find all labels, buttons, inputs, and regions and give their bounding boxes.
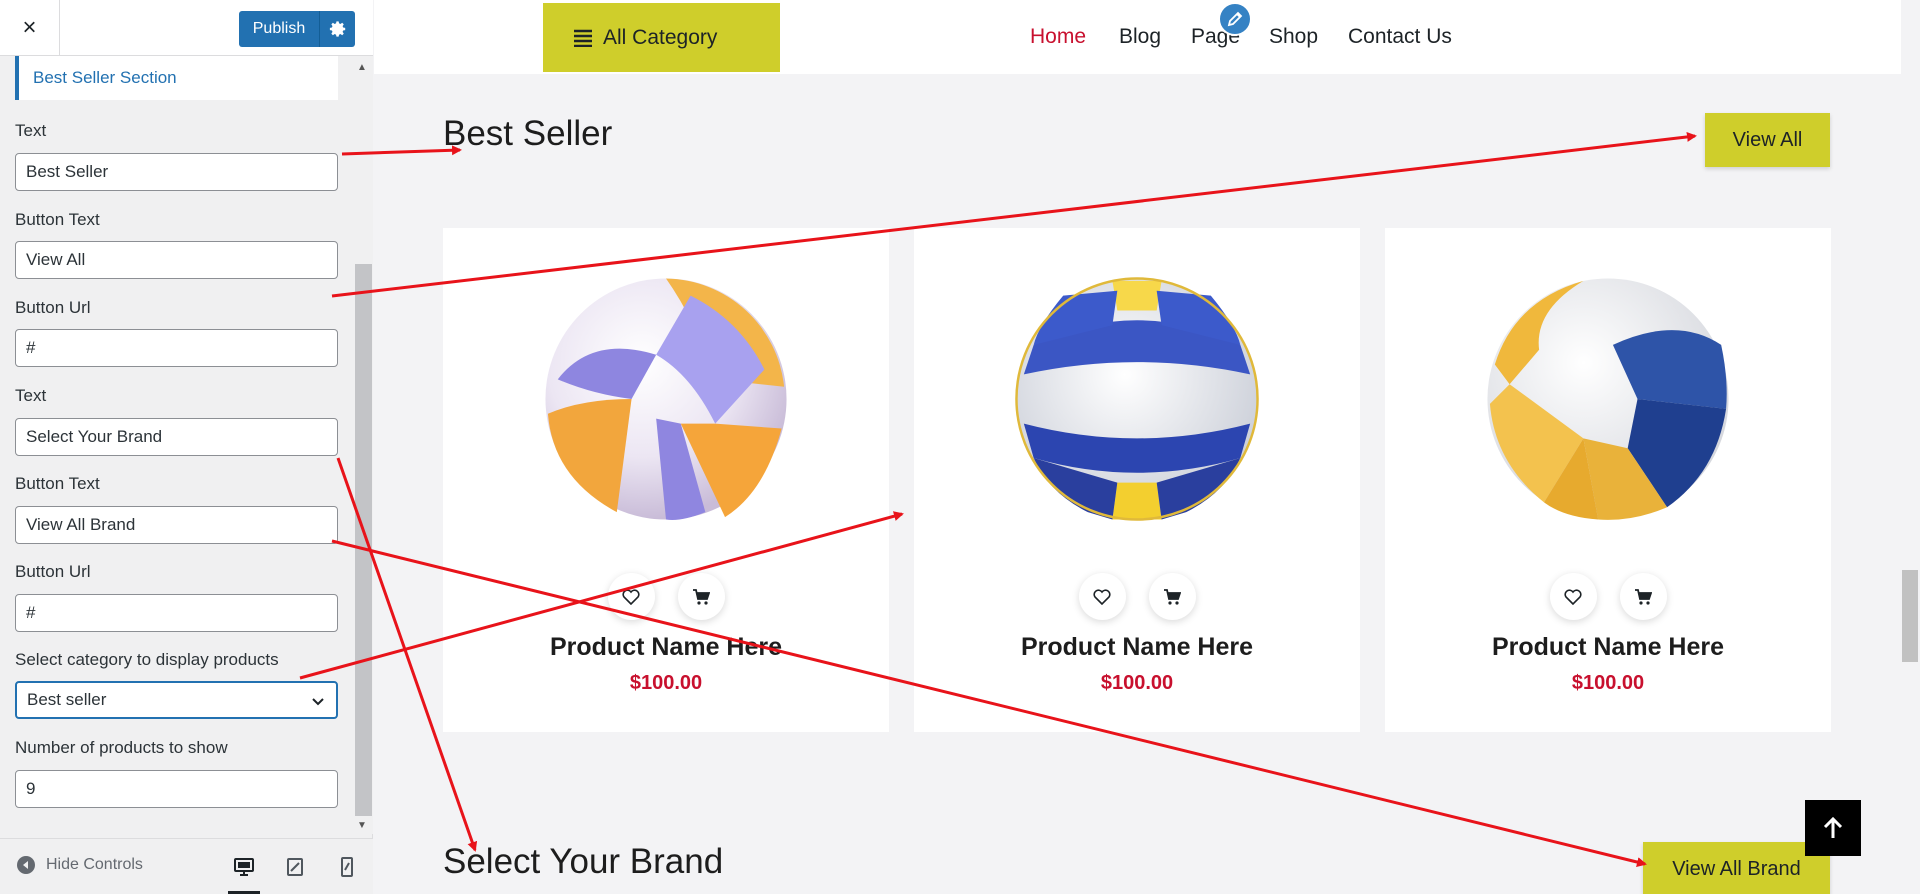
product-card: Product Name Here $100.00 (914, 228, 1360, 732)
product-image (1487, 278, 1729, 520)
edit-shortcut-button[interactable] (1218, 2, 1252, 36)
brand-button-url-input[interactable]: # (15, 594, 338, 632)
close-icon: × (22, 14, 37, 41)
category-select[interactable]: Best seller (15, 681, 338, 719)
product-actions (914, 573, 1360, 620)
close-button[interactable]: × (0, 0, 60, 56)
tablet-icon (287, 858, 303, 876)
heart-icon (622, 588, 640, 605)
product-actions (1385, 573, 1831, 620)
heart-icon (1564, 588, 1582, 605)
product-image (1015, 277, 1259, 521)
nav-blog[interactable]: Blog (1119, 25, 1161, 49)
product-name[interactable]: Product Name Here (1385, 633, 1831, 662)
add-to-cart-button[interactable] (1148, 573, 1196, 620)
button-text-label: Button Text (15, 210, 100, 229)
brand-button-text-input[interactable]: View All Brand (15, 506, 338, 544)
button-url-input[interactable]: # (15, 329, 338, 367)
section-title: Best Seller Section (15, 56, 338, 100)
product-price: $100.00 (629, 672, 703, 694)
product-name[interactable]: Product Name Here (443, 633, 889, 662)
brand-section-title: Select Your Brand (443, 842, 724, 881)
preview-desktop-button[interactable] (228, 851, 260, 894)
product-card: Product Name Here $100.00 (1385, 228, 1831, 732)
text-label: Text (15, 121, 47, 140)
brand-button-text-label: Button Text (15, 474, 100, 493)
nav-shop[interactable]: Shop (1269, 25, 1318, 49)
category-select-value: Best seller (27, 690, 107, 709)
add-to-cart-button[interactable] (677, 573, 725, 620)
product-count-label: Number of products to show (15, 738, 228, 757)
hide-controls-button[interactable]: Hide Controls (16, 855, 143, 875)
best-seller-title: Best Seller (443, 114, 613, 153)
hide-controls-label: Hide Controls (46, 856, 143, 873)
arrow-up-icon (1823, 817, 1843, 838)
publish-button[interactable]: Publish (239, 11, 319, 47)
nav-contact-us[interactable]: Contact Us (1348, 25, 1452, 49)
button-text-input[interactable]: View All (15, 241, 338, 279)
cart-icon (693, 588, 710, 605)
mobile-icon (341, 857, 353, 877)
preview-tablet-button[interactable] (279, 851, 311, 883)
brand-button-url-label: Button Url (15, 562, 91, 581)
site-header: All Category Home Blog Page Shop Contact… (374, 0, 1920, 74)
wishlist-button[interactable] (1078, 573, 1126, 620)
preview-scroll-thumb[interactable] (1902, 570, 1918, 662)
product-actions (443, 573, 889, 620)
add-to-cart-button[interactable] (1619, 573, 1667, 620)
category-select-label: Select category to display products (15, 650, 279, 669)
view-all-brand-button[interactable]: View All Brand (1643, 842, 1830, 894)
publish-group: Publish (239, 11, 355, 47)
scroll-down-arrow-icon[interactable]: ▼ (357, 820, 367, 831)
sidebar-footer: Hide Controls (0, 838, 373, 894)
wishlist-button[interactable] (607, 573, 655, 620)
cart-icon (1635, 588, 1652, 605)
customizer-sidebar: × Publish Best Seller Section Text Best … (0, 0, 373, 894)
preview-scrollbar[interactable] (1901, 0, 1920, 894)
view-all-button[interactable]: View All (1705, 113, 1830, 167)
all-category-label: All Category (603, 25, 718, 49)
product-card: Product Name Here $100.00 (443, 228, 889, 732)
preview-mobile-button[interactable] (331, 851, 363, 883)
button-url-label: Button Url (15, 298, 91, 317)
chevron-down-icon (312, 698, 324, 706)
desktop-icon (234, 858, 254, 876)
gear-icon (329, 21, 345, 37)
product-name[interactable]: Product Name Here (914, 633, 1360, 662)
all-category-button[interactable]: All Category (543, 3, 780, 72)
sidebar-scroll-thumb[interactable] (355, 264, 372, 816)
hamburger-icon (574, 29, 592, 47)
cart-icon (1164, 588, 1181, 605)
scroll-up-arrow-icon[interactable]: ▲ (357, 62, 367, 73)
text-input[interactable]: Best Seller (15, 153, 338, 191)
product-count-input[interactable]: 9 (15, 770, 338, 808)
product-image (545, 278, 787, 521)
site-preview: All Category Home Blog Page Shop Contact… (374, 0, 1920, 894)
brand-text-input[interactable]: Select Your Brand (15, 418, 338, 456)
product-price: $100.00 (1571, 672, 1645, 694)
publish-settings-button[interactable] (319, 11, 355, 47)
brand-text-label: Text (15, 386, 47, 405)
product-price: $100.00 (1100, 672, 1174, 694)
heart-icon (1093, 588, 1111, 605)
wishlist-button[interactable] (1549, 573, 1597, 620)
pencil-icon (1227, 11, 1243, 27)
sidebar-header: × Publish (0, 0, 373, 56)
nav-home[interactable]: Home (1030, 25, 1086, 49)
back-to-top-button[interactable] (1805, 800, 1861, 856)
hide-controls-icon (17, 856, 35, 874)
